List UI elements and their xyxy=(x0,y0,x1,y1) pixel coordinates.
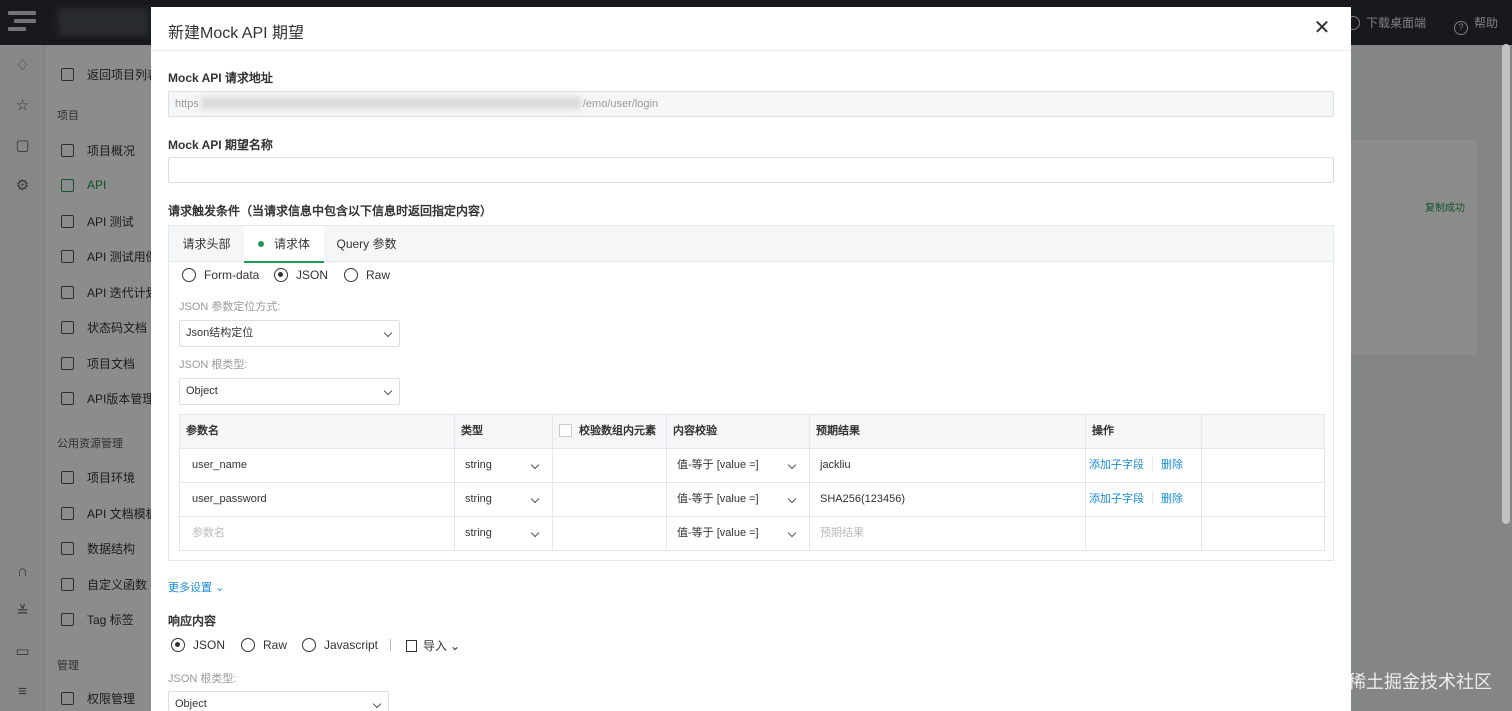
chevron-down-icon xyxy=(787,494,797,504)
param-type-select[interactable]: string xyxy=(455,483,553,516)
row-actions xyxy=(1086,517,1202,550)
active-dot-icon xyxy=(257,241,264,247)
url-field[interactable]: https/emo/user/login xyxy=(168,91,1334,117)
radio-json[interactable]: JSON xyxy=(274,268,328,282)
verify-array-cell xyxy=(553,517,667,550)
import-button[interactable]: 导入 ⌄ xyxy=(390,637,461,654)
extra-cell xyxy=(1202,483,1324,516)
chevron-down-icon: ⌄ xyxy=(215,582,225,594)
col-type: 类型 xyxy=(455,415,553,448)
col-name: 参数名 xyxy=(180,415,455,448)
chevron-down-icon: ⌄ xyxy=(450,638,461,653)
table-row-new: 参数名 string 值-等于 [value =] 预期结果 xyxy=(180,517,1324,551)
extra-cell xyxy=(1202,449,1324,482)
expected-input[interactable]: jackliu xyxy=(810,449,1086,482)
more-settings-link[interactable]: 更多设置 ⌄ xyxy=(168,579,224,595)
chevron-down-icon xyxy=(383,328,393,338)
blurred-host xyxy=(200,97,581,109)
radio-circle-icon xyxy=(302,638,316,652)
chevron-down-icon xyxy=(530,528,540,538)
response-label: 响应内容 xyxy=(168,614,217,628)
add-child-field-link[interactable]: 添加子字段 xyxy=(1089,459,1144,471)
json-locate-label: JSON 参数定位方式: xyxy=(179,301,281,313)
col-expected: 预期结果 xyxy=(810,415,1086,448)
radio-circle-icon xyxy=(344,268,358,282)
content-check-select[interactable]: 值-等于 [value =] xyxy=(667,449,810,482)
new-param-name-input[interactable]: 参数名 xyxy=(180,517,455,550)
row-actions: 添加子字段 删除 xyxy=(1086,449,1202,482)
chevron-down-icon xyxy=(530,460,540,470)
json-root-select[interactable]: Object xyxy=(179,378,400,405)
resp-radio-json[interactable]: JSON xyxy=(171,638,225,652)
resp-radio-javascript[interactable]: Javascript xyxy=(302,638,378,652)
new-param-type-select[interactable]: string xyxy=(455,517,553,550)
radio-circle-icon xyxy=(182,268,196,282)
chevron-down-icon xyxy=(530,494,540,504)
tab-request-body[interactable]: 请求体 xyxy=(244,226,324,263)
json-locate-select[interactable]: Json结构定位 xyxy=(179,320,400,347)
radio-circle-icon xyxy=(171,638,185,652)
modal-header: 新建Mock API 期望 ✕ xyxy=(151,7,1351,51)
trigger-conditions-label: 请求触发条件（当请求信息中包含以下信息时返回指定内容） xyxy=(168,204,493,218)
modal-title: 新建Mock API 期望 xyxy=(168,25,305,42)
chevron-down-icon xyxy=(383,386,393,396)
delete-row-link[interactable]: 删除 xyxy=(1161,493,1183,505)
row-actions: 添加子字段 删除 xyxy=(1086,483,1202,516)
table-header: 参数名 类型 校验数组内元素 内容校验 预期结果 操作 xyxy=(180,415,1324,449)
new-mock-expectation-dialog: 新建Mock API 期望 ✕ Mock API 请求地址 https/emo/… xyxy=(151,7,1351,711)
url-label: Mock API 请求地址 xyxy=(168,71,273,85)
tab-query-params[interactable]: Query 参数 xyxy=(329,226,404,262)
tab-request-headers[interactable]: 请求头部 xyxy=(169,226,244,262)
new-content-check-select[interactable]: 值-等于 [value =] xyxy=(667,517,810,550)
radio-form-data[interactable]: Form-data xyxy=(182,268,259,282)
table-row: user_password string 值-等于 [value =] SHA2… xyxy=(180,483,1324,517)
verify-array-cell xyxy=(553,483,667,516)
close-icon[interactable]: ✕ xyxy=(1311,17,1333,39)
page-scrollbar[interactable] xyxy=(1502,44,1510,524)
radio-circle-icon xyxy=(241,638,255,652)
content-check-select[interactable]: 值-等于 [value =] xyxy=(667,483,810,516)
trigger-panel: 请求头部 请求体 Query 参数 Form-data JSON Raw JSO… xyxy=(168,225,1334,561)
radio-circle-icon xyxy=(274,268,288,282)
chevron-down-icon xyxy=(787,528,797,538)
resp-radio-raw[interactable]: Raw xyxy=(241,638,287,652)
resp-root-label: JSON 根类型: xyxy=(168,673,237,685)
col-actions: 操作 xyxy=(1086,415,1202,448)
extra-cell xyxy=(1202,517,1324,550)
param-name-input[interactable]: user_password xyxy=(180,483,455,516)
chevron-down-icon xyxy=(372,699,382,709)
expected-input[interactable]: SHA256(123456) xyxy=(810,483,1086,516)
verify-array-checkbox[interactable] xyxy=(559,424,572,437)
add-child-field-link[interactable]: 添加子字段 xyxy=(1089,493,1144,505)
table-row: user_name string 值-等于 [value =] jackliu … xyxy=(180,449,1324,483)
col-content-check: 内容校验 xyxy=(667,415,810,448)
params-table: 参数名 类型 校验数组内元素 内容校验 预期结果 操作 user_name st… xyxy=(179,414,1325,551)
trigger-tabs: 请求头部 请求体 Query 参数 xyxy=(169,226,1333,263)
new-expected-input[interactable]: 预期结果 xyxy=(810,517,1086,550)
col-extra xyxy=(1202,415,1324,448)
watermark: @稀土掘金技术社区 xyxy=(1329,672,1492,692)
expectation-name-input[interactable] xyxy=(168,157,1334,183)
import-icon xyxy=(406,639,417,652)
resp-root-select[interactable]: Object xyxy=(168,691,389,711)
json-root-label: JSON 根类型: xyxy=(179,359,248,371)
delete-row-link[interactable]: 删除 xyxy=(1161,459,1183,471)
chevron-down-icon xyxy=(787,460,797,470)
name-label: Mock API 期望名称 xyxy=(168,138,273,152)
col-verify-array[interactable]: 校验数组内元素 xyxy=(553,415,667,448)
param-name-input[interactable]: user_name xyxy=(180,449,455,482)
verify-array-cell xyxy=(553,449,667,482)
param-type-select[interactable]: string xyxy=(455,449,553,482)
radio-raw[interactable]: Raw xyxy=(344,268,390,282)
